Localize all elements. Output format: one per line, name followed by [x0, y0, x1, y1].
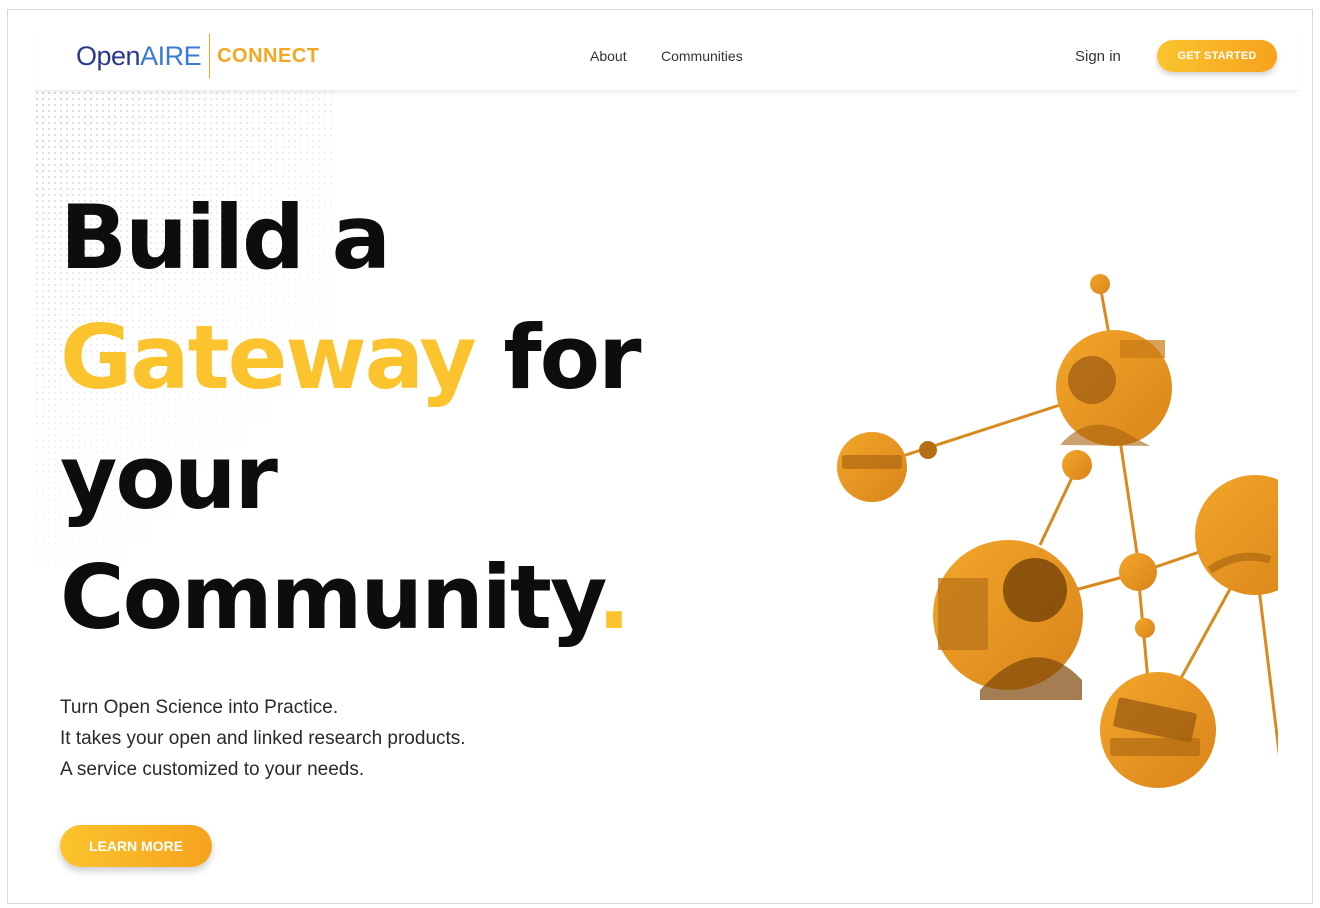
get-started-button[interactable]: GET STARTED [1157, 40, 1277, 72]
headline-accent-dot: . [597, 546, 630, 649]
nav-about-link[interactable]: About [590, 48, 627, 64]
network-graph [837, 274, 1278, 788]
sign-in-link[interactable]: Sign in [1075, 48, 1121, 65]
logo-aire-text: AIRE [140, 40, 202, 71]
photo-circle-person-2 [933, 540, 1083, 700]
hero-headline: Build a Gateway for your Community. [60, 178, 641, 658]
photo-circle-person-1 [1056, 330, 1172, 446]
node-top-dot [1090, 274, 1110, 294]
subtitle-line-3: A service customized to your needs. [60, 759, 365, 780]
node-mid-dot [1119, 553, 1157, 591]
logo-connect-text: CONNECT [217, 44, 320, 67]
nav-communities-link[interactable]: Communities [661, 48, 743, 64]
logo-divider [209, 34, 211, 78]
headline-gateway-highlight: Gateway [60, 306, 477, 409]
photo-circle-hands [1195, 475, 1278, 595]
headline-line-1: Build a [60, 186, 391, 289]
headline-line-4: Community [60, 546, 599, 649]
learn-more-button[interactable]: LEARN MORE [60, 825, 212, 867]
logo-open-text: Open [76, 40, 141, 71]
openaire-connect-logo[interactable]: Open AIRE CONNECT [76, 34, 319, 78]
top-navbar: Open AIRE CONNECT About Communities Sign … [34, 22, 1299, 91]
photo-circle-laptop [1100, 672, 1216, 788]
node-small-dot-2 [1062, 450, 1092, 480]
subtitle-line-2: It takes your open and linked research p… [60, 728, 466, 749]
node-small-dot-3 [1135, 618, 1155, 638]
headline-line-2-rest: for [503, 306, 641, 409]
headline-line-3: your [60, 426, 278, 529]
hero-subtitle: Turn Open Science into Practice. It take… [60, 692, 466, 785]
subtitle-line-1: Turn Open Science into Practice. [60, 697, 339, 718]
node-small-dot-1 [919, 441, 937, 459]
photo-circle-desk [837, 432, 907, 502]
network-of-people-icon [837, 274, 1278, 788]
